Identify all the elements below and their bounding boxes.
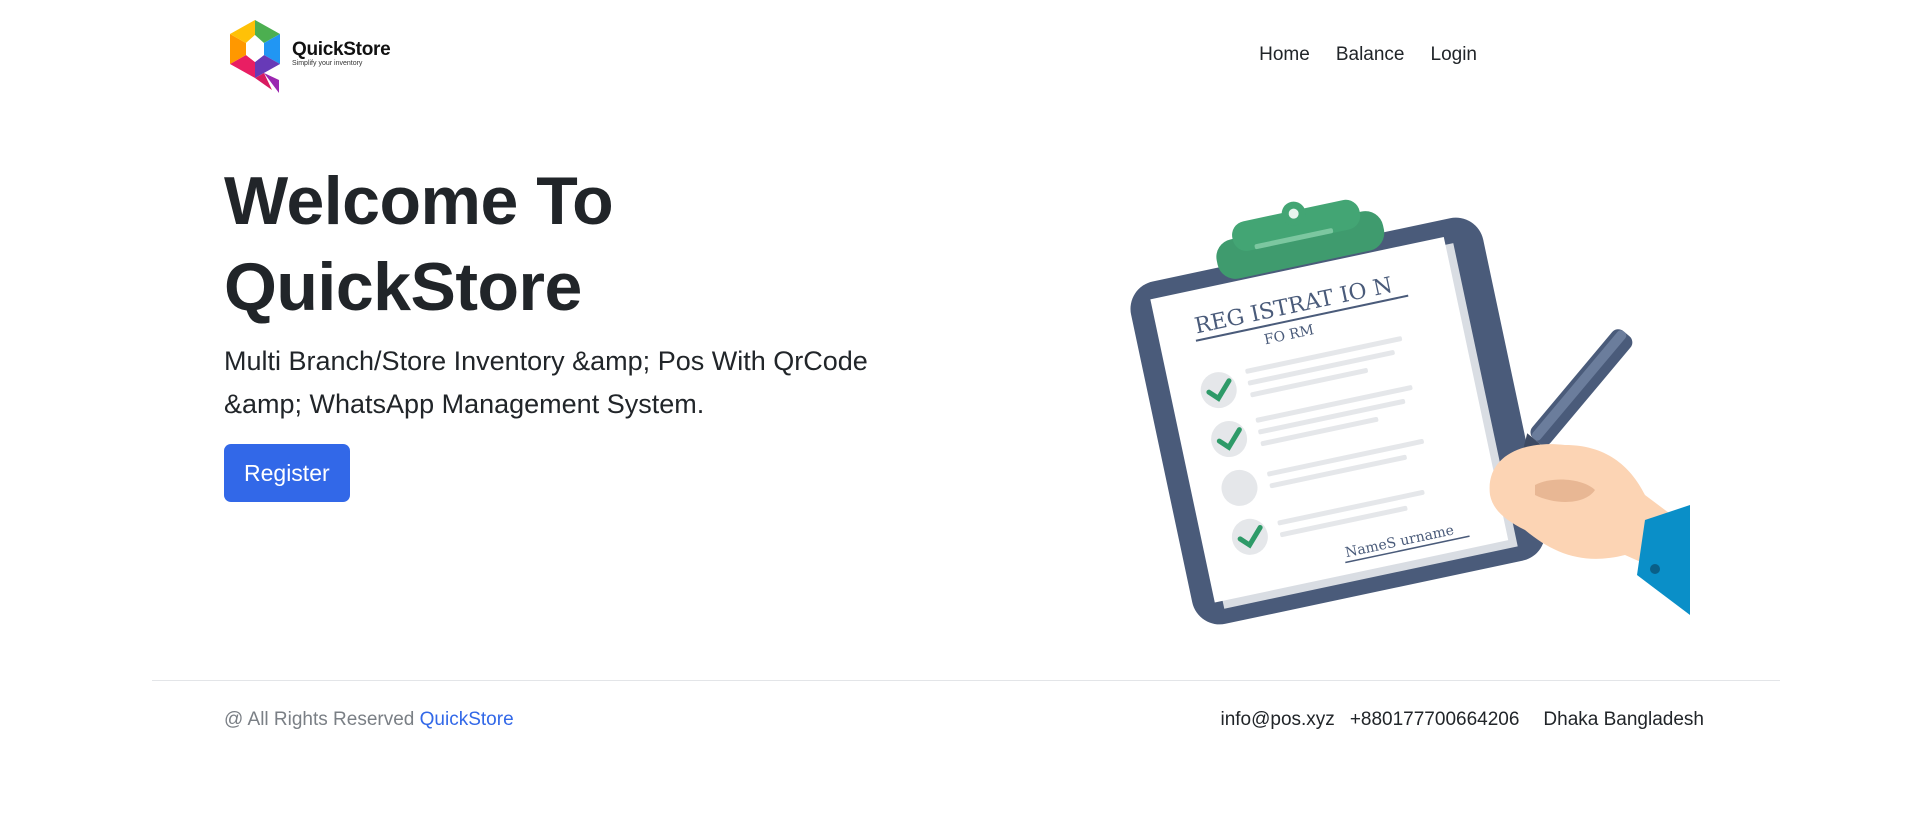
footer-location: Dhaka Bangladesh (1543, 709, 1704, 730)
clipboard-illustration-icon: REG ISTRAT IO N FO RM NameS urname (1130, 199, 1690, 625)
brand-logo-link[interactable]: QuickStore Simplify your inventory (224, 18, 391, 96)
quickstore-logo-icon (230, 20, 280, 93)
brand-tagline: Simplify your inventory (292, 60, 363, 67)
hero-subtitle-line1: Multi Branch/Store Inventory &amp; Pos W… (224, 346, 868, 376)
main-nav: Home Balance Login (1246, 44, 1490, 66)
hero-title-line1: Welcome To (224, 163, 614, 239)
hero-subtitle: Multi Branch/Store Inventory &amp; Pos W… (224, 340, 944, 426)
brand-text: QuickStore Simplify your inventory (292, 39, 391, 67)
footer-copyright: @ All Rights Reserved QuickStore (224, 709, 514, 731)
navbar: QuickStore Simplify your inventory Home … (0, 0, 1920, 110)
hero-title: Welcome To QuickStore (224, 158, 944, 330)
brand-name: QuickStore (292, 39, 391, 60)
footer-phone: +880177700664206 (1349, 709, 1520, 730)
copyright-text: @ All Rights Reserved (224, 709, 415, 730)
footer-contact: info@pos.xyz +880177700664206 Dhaka Bang… (1205, 709, 1704, 731)
register-button[interactable]: Register (224, 444, 350, 502)
hero: Welcome To QuickStore Multi Branch/Store… (224, 158, 944, 502)
hero-subtitle-line2: &amp; WhatsApp Management System. (224, 389, 705, 419)
hero-title-line2: QuickStore (224, 249, 582, 325)
copyright-link[interactable]: QuickStore (420, 709, 514, 730)
registration-form-illustration: REG ISTRAT IO N FO RM NameS urname (1085, 195, 1725, 625)
nav-login[interactable]: Login (1418, 44, 1491, 66)
footer-divider (152, 680, 1780, 681)
nav-home[interactable]: Home (1246, 44, 1323, 66)
nav-balance[interactable]: Balance (1323, 44, 1418, 66)
footer-email: info@pos.xyz (1220, 709, 1335, 730)
